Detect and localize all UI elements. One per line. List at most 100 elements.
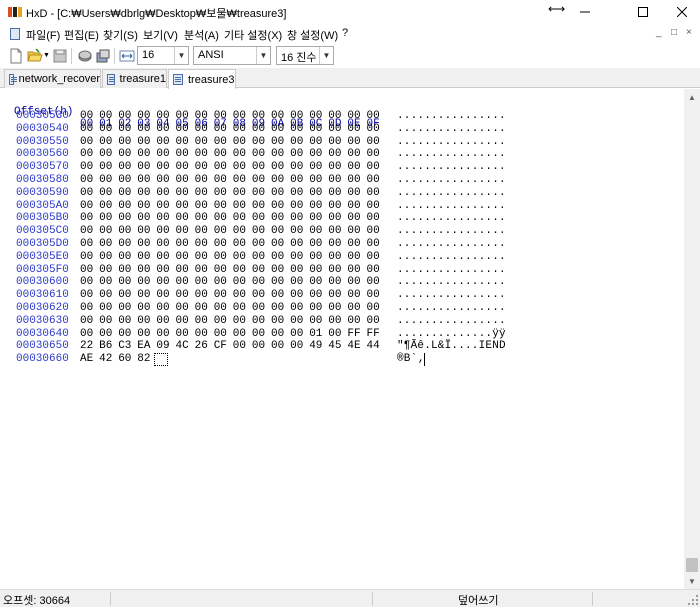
hex-byte[interactable]: 00 — [233, 328, 253, 340]
hex-byte[interactable]: 00 — [118, 264, 138, 276]
hex-byte[interactable]: 00 — [118, 110, 138, 122]
hex-byte[interactable]: FF — [367, 328, 387, 340]
hex-byte[interactable]: 00 — [176, 251, 196, 263]
hex-byte[interactable]: 00 — [214, 161, 234, 173]
hex-byte[interactable]: 00 — [137, 328, 157, 340]
hex-byte[interactable]: FF — [347, 328, 367, 340]
hex-byte[interactable]: 00 — [156, 315, 176, 327]
hex-byte[interactable]: 00 — [290, 123, 310, 135]
tab-treasure3[interactable]: treasure3 — [168, 69, 236, 89]
hex-byte[interactable]: 00 — [347, 187, 367, 199]
hex-byte[interactable]: 01 — [309, 328, 329, 340]
hex-byte[interactable]: 00 — [290, 289, 310, 301]
hex-byte[interactable]: 00 — [195, 238, 215, 250]
hex-row[interactable]: 000305C0 00 00 00 00 00 00 00 00 00 00 00 00 00 00 00 00… — [0, 225, 684, 238]
hex-byte[interactable]: 00 — [367, 200, 387, 212]
hex-byte[interactable]: 00 — [176, 110, 196, 122]
hex-byte[interactable]: 00 — [252, 200, 272, 212]
hex-byte[interactable]: 00 — [176, 264, 196, 276]
hex-byte[interactable]: 00 — [176, 289, 196, 301]
hex-byte[interactable]: 00 — [290, 200, 310, 212]
hex-row[interactable]: 00030600 00 00 00 00 00 00 00 00 00 00 00 00 00 00 00 00… — [0, 276, 684, 289]
hex-byte[interactable]: 00 — [328, 238, 348, 250]
hex-byte[interactable]: 00 — [347, 315, 367, 327]
hex-row[interactable]: 00030580 00 00 00 00 00 00 00 00 00 00 00 00 00 00 00 00… — [0, 174, 684, 187]
hex-byte[interactable]: 00 — [367, 212, 387, 224]
hex-byte[interactable]: 00 — [137, 302, 157, 314]
hex-row[interactable]: 00030610 00 00 00 00 00 00 00 00 00 00 00 00 00 00 00 00… — [0, 289, 684, 302]
hex-byte[interactable]: 00 — [347, 174, 367, 186]
hex-byte[interactable]: 00 — [137, 315, 157, 327]
hex-byte[interactable]: 00 — [118, 238, 138, 250]
close-button[interactable] — [663, 0, 700, 24]
hex-byte[interactable]: 00 — [99, 187, 119, 199]
offset-base-select[interactable]: 16 진수 ▼ — [276, 46, 334, 65]
hex-byte[interactable]: 00 — [347, 225, 367, 237]
hex-byte[interactable]: 00 — [290, 225, 310, 237]
hex-byte[interactable]: 00 — [99, 238, 119, 250]
hex-byte[interactable]: 00 — [328, 174, 348, 186]
hex-byte[interactable]: 00 — [99, 225, 119, 237]
hex-byte[interactable]: 00 — [252, 315, 272, 327]
hex-byte[interactable]: 00 — [328, 328, 348, 340]
hex-byte[interactable]: 00 — [118, 174, 138, 186]
ascii-text[interactable]: ................ — [397, 200, 506, 212]
hex-byte[interactable]: 00 — [233, 174, 253, 186]
hex-byte[interactable]: 00 — [347, 302, 367, 314]
hex-byte[interactable]: 00 — [137, 276, 157, 288]
hex-byte[interactable]: 00 — [99, 110, 119, 122]
hex-byte[interactable]: 00 — [176, 123, 196, 135]
hex-byte[interactable]: 4C — [176, 340, 196, 352]
hex-byte[interactable]: 00 — [347, 264, 367, 276]
hex-byte[interactable]: 00 — [271, 174, 291, 186]
ascii-text[interactable]: ................ — [397, 264, 506, 276]
hex-byte[interactable]: EA — [137, 340, 157, 352]
hex-byte[interactable]: 00 — [367, 264, 387, 276]
hex-byte[interactable]: 00 — [195, 123, 215, 135]
hex-byte[interactable]: 00 — [156, 161, 176, 173]
hex-byte[interactable]: 00 — [309, 123, 329, 135]
hex-byte[interactable]: 00 — [309, 276, 329, 288]
hex-byte[interactable]: 00 — [233, 161, 253, 173]
hex-byte[interactable]: 00 — [195, 212, 215, 224]
hex-byte[interactable]: 00 — [233, 212, 253, 224]
hex-byte[interactable]: 00 — [328, 289, 348, 301]
hex-byte[interactable]: 00 — [99, 212, 119, 224]
hex-byte[interactable]: 00 — [99, 161, 119, 173]
hex-byte[interactable]: 00 — [195, 315, 215, 327]
hex-byte[interactable]: 00 — [118, 302, 138, 314]
hex-byte[interactable]: 00 — [156, 123, 176, 135]
hex-byte[interactable]: 26 — [195, 340, 215, 352]
hex-byte[interactable]: 00 — [233, 123, 253, 135]
hex-byte[interactable]: 00 — [80, 212, 100, 224]
hex-byte[interactable]: 00 — [328, 148, 348, 160]
hex-byte[interactable]: 00 — [347, 238, 367, 250]
bytes-per-row-select[interactable]: 16 ▼ — [137, 46, 189, 65]
hex-byte[interactable]: 00 — [309, 212, 329, 224]
hex-byte[interactable]: 00 — [328, 161, 348, 173]
hex-byte[interactable]: 00 — [137, 225, 157, 237]
hex-byte[interactable]: 00 — [195, 136, 215, 148]
hex-byte[interactable]: 00 — [309, 302, 329, 314]
hex-byte[interactable]: 00 — [233, 136, 253, 148]
ascii-text[interactable]: ................ — [397, 187, 506, 199]
hex-byte[interactable]: 00 — [290, 174, 310, 186]
hex-byte[interactable]: 00 — [99, 251, 119, 263]
hex-row[interactable]: 00030660 AE 42 60 82 ®B`‚ — [0, 353, 684, 366]
hex-byte[interactable]: 45 — [328, 340, 348, 352]
hex-byte[interactable]: 00 — [195, 148, 215, 160]
hex-byte[interactable]: 00 — [80, 148, 100, 160]
hex-byte[interactable]: 00 — [271, 340, 291, 352]
hex-byte[interactable]: 00 — [195, 302, 215, 314]
hex-byte[interactable]: 00 — [118, 276, 138, 288]
hex-byte[interactable]: 00 — [137, 200, 157, 212]
hex-byte[interactable]: 00 — [252, 187, 272, 199]
menu-extras[interactable]: 기타 설정(X) — [224, 27, 282, 43]
menu-analysis[interactable]: 분석(A) — [184, 27, 219, 43]
hex-byte[interactable]: 00 — [309, 110, 329, 122]
hex-byte[interactable]: 00 — [252, 225, 272, 237]
document-icon[interactable] — [10, 28, 20, 40]
hex-byte[interactable]: 00 — [309, 315, 329, 327]
hex-byte[interactable]: 00 — [137, 264, 157, 276]
hex-byte[interactable]: 00 — [233, 302, 253, 314]
